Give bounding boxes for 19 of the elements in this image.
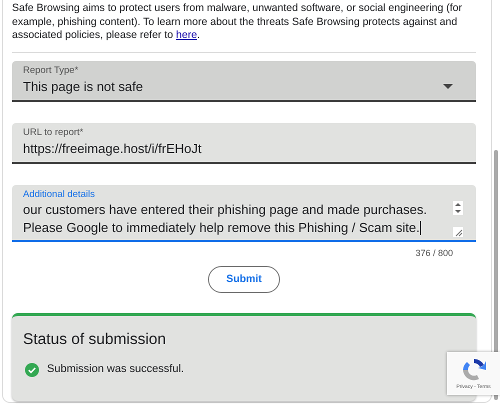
details-field[interactable]: Additional details our customers have entered their phishing page and made purchases. Please Google to immediately help remove this Phishing / Scam site.	[12, 184, 476, 242]
spinner-icon[interactable]	[453, 200, 463, 214]
status-title: Status of submission	[23, 330, 168, 350]
report-type-select[interactable]: Report Type* This page is not safe	[12, 60, 476, 102]
field-label: Additional details	[23, 188, 96, 200]
character-counter: 376 / 800	[415, 246, 453, 260]
intro-text: Safe Browsing aims to protect users from malware, unwanted software, or social engineering (for example, phishing content). To learn more about the threats Safe Browsing protects against and associated policies, please refer to here.	[12, 1, 463, 43]
field-value: https://freeimage.host/i/frEHoJt	[23, 140, 202, 158]
here-link[interactable]: here	[176, 29, 198, 41]
field-label: Report Type*	[23, 64, 80, 76]
field-value: our customers have entered their phishing page and made purchases. Please Google to immediately help remove this Phishing / Scam site.	[23, 200, 428, 236]
dropdown-caret-icon	[443, 84, 453, 89]
check-circle-icon	[25, 362, 39, 376]
status-message: Submission was successful.	[47, 362, 184, 378]
field-value: This page is not safe	[23, 78, 143, 96]
field-label: URL to report*	[23, 126, 84, 138]
resize-handle-icon[interactable]	[453, 226, 463, 236]
url-field[interactable]: URL to report* https://freeimage.host/i/frEHoJt	[12, 122, 476, 164]
submit-button[interactable]: Submit	[208, 266, 280, 293]
